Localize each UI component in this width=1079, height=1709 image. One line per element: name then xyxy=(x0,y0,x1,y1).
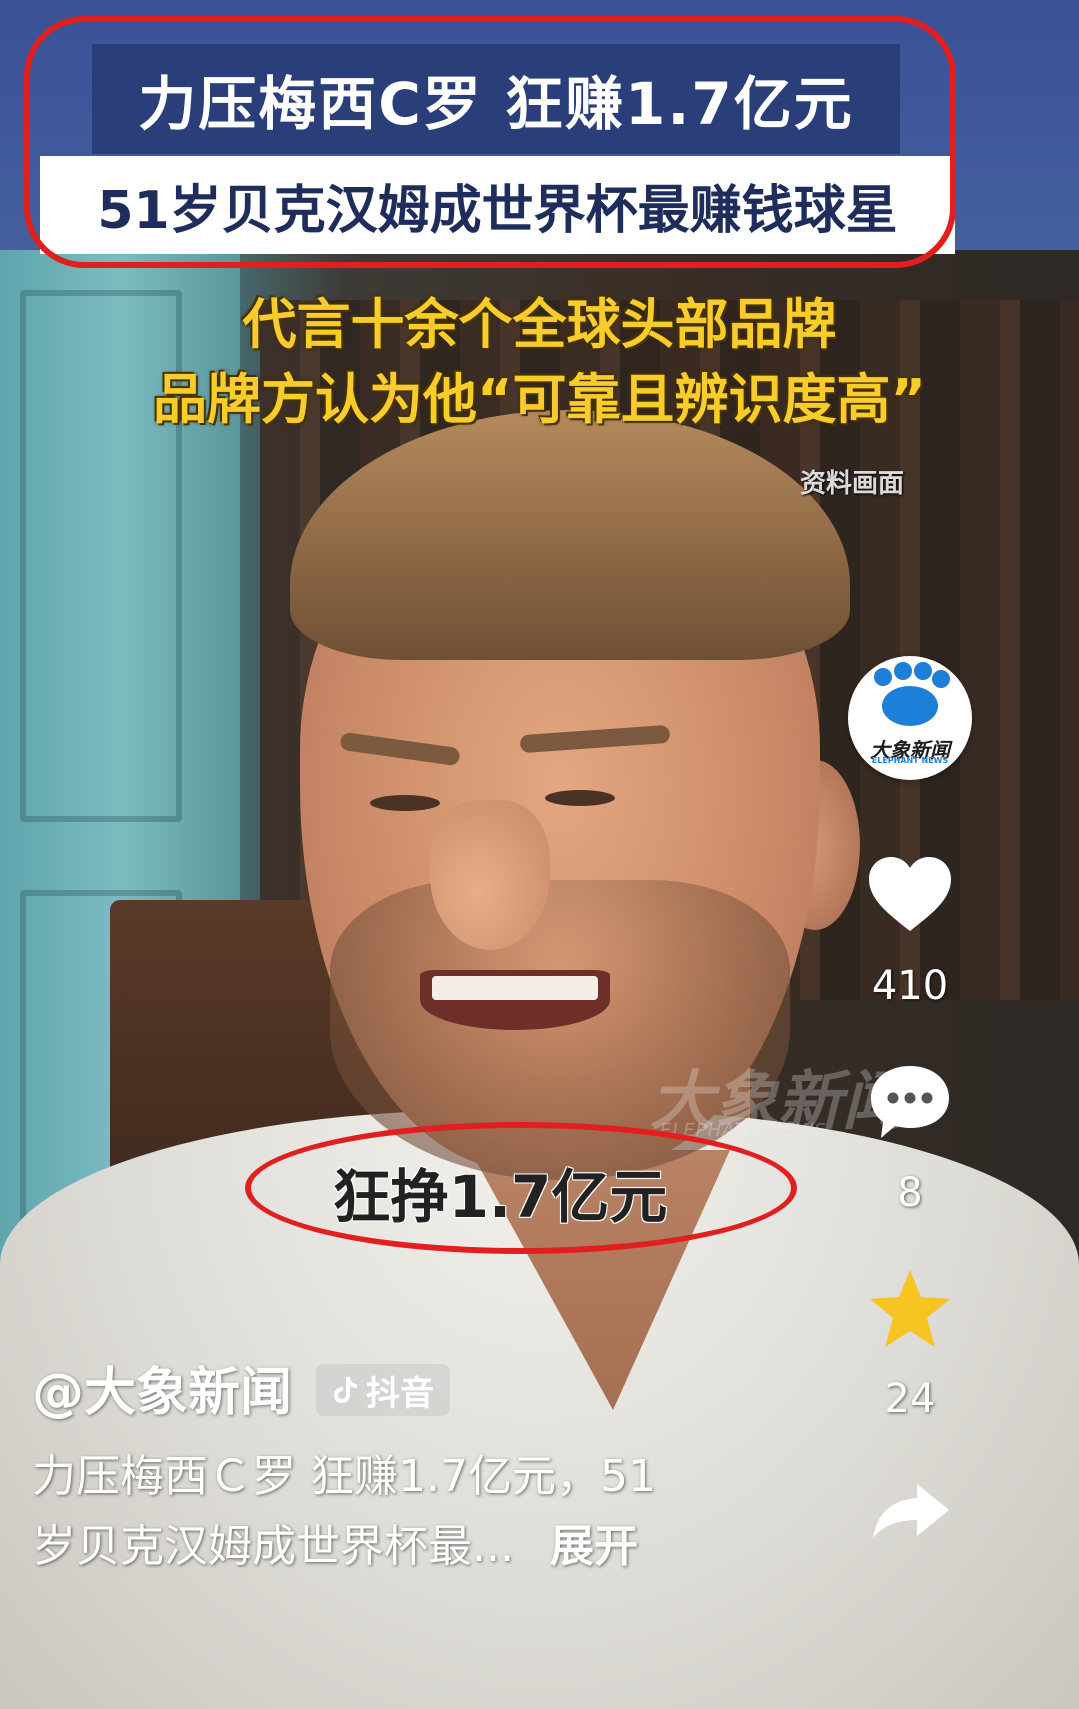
avatar-sublabel: ELEPHANT NEWS xyxy=(871,756,949,765)
platform-label: 抖音 xyxy=(366,1373,434,1414)
post-description-text: 岁贝克汉姆成世界杯最... xyxy=(32,1521,514,1572)
heart-icon xyxy=(869,857,951,931)
expand-button[interactable]: 展开 xyxy=(550,1521,638,1572)
tiktok-icon xyxy=(334,1377,357,1403)
subheadline-text: 51岁贝克汉姆成世界杯最赚钱球星 xyxy=(97,180,898,241)
nose xyxy=(430,800,550,950)
like-button[interactable] xyxy=(862,855,958,933)
video-subtitle: 狂挣1.7亿元 xyxy=(332,1163,668,1231)
subheadline-banner: 51岁贝克汉姆成世界杯最赚钱球星 xyxy=(40,156,955,254)
author-avatar[interactable]: 大象新闻 ELEPHANT NEWS xyxy=(848,656,972,780)
like-count: 410 xyxy=(871,963,949,1009)
teeth xyxy=(432,976,598,1000)
comment-button[interactable] xyxy=(862,1062,958,1142)
share-button[interactable] xyxy=(862,1480,958,1540)
paw-toe xyxy=(932,670,950,688)
star-icon xyxy=(870,1270,950,1347)
headline-text: 力压梅西C罗 狂赚1.7亿元 xyxy=(138,70,854,138)
caption-line-1: 代言十余个全球头部品牌 xyxy=(242,293,837,356)
favorite-count: 24 xyxy=(884,1376,936,1422)
paw-pad xyxy=(882,686,938,726)
share-icon xyxy=(873,1484,949,1538)
watermark-sublabel: ELEPHANT NEWS xyxy=(660,1120,827,1141)
comment-count: 8 xyxy=(897,1170,923,1216)
post-description-line-2: 岁贝克汉姆成世界杯最... 展开 xyxy=(32,1510,638,1574)
caption-line-2: 品牌方认为他“可靠且辨识度高” xyxy=(153,368,926,431)
left-eye xyxy=(370,795,440,811)
favorite-button[interactable] xyxy=(862,1268,958,1350)
video-screen[interactable]: 力压梅西C罗 狂赚1.7亿元 51岁贝克汉姆成世界杯最赚钱球星 代言十余个全球头… xyxy=(0,0,1079,1709)
paw-toe xyxy=(894,662,912,680)
comment-icon xyxy=(871,1066,949,1138)
paw-toe xyxy=(914,662,932,680)
author-handle[interactable]: @大象新闻 xyxy=(32,1350,292,1425)
source-tag: 资料画面 xyxy=(800,469,905,499)
paw-toe xyxy=(874,668,892,686)
smile xyxy=(420,970,610,1030)
headline-banner: 力压梅西C罗 狂赚1.7亿元 xyxy=(92,44,900,154)
platform-tag[interactable]: 抖音 xyxy=(316,1364,450,1416)
post-description-line-1: 力压梅西Ｃ罗 狂赚1.7亿元，51 xyxy=(32,1451,656,1502)
right-eye xyxy=(545,790,615,806)
